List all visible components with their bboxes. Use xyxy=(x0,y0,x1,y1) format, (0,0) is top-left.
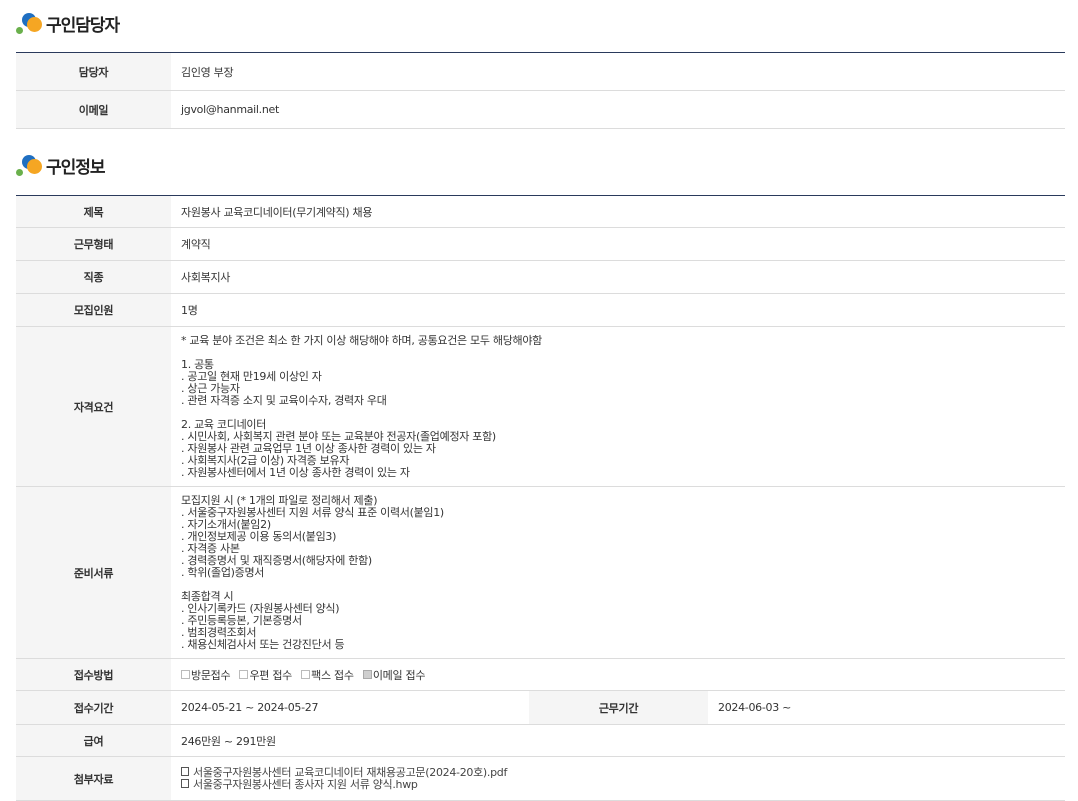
qualification-label: 자격요건 xyxy=(16,326,171,487)
method-visit: 방문접수 xyxy=(181,669,231,682)
checkbox-icon xyxy=(301,670,311,679)
subject-label: 제목 xyxy=(16,195,171,228)
job-section-title: 구인정보 xyxy=(16,150,106,180)
table-row: 모집인원 1명 xyxy=(16,293,1065,327)
table-row: 자격요건 * 교육 분야 조건은 최소 한 가지 이상 해당해야 하며, 공통요… xyxy=(16,326,1065,487)
period-label: 접수기간 xyxy=(16,690,171,725)
job-table: 제목 자원봉사 교육코디네이터(무기계약직) 채용 근무형태 계약직 직종 사회… xyxy=(16,195,1065,801)
table-row: 근무형태 계약직 xyxy=(16,227,1065,261)
category-label: 직종 xyxy=(16,260,171,294)
contact-table: 담당자 김인영 부장 이메일 jgvol@hanmail.net xyxy=(16,52,1065,129)
job-title: 구인정보 xyxy=(46,157,106,178)
checkbox-checked-icon xyxy=(362,670,372,679)
work-period-label: 근무기간 xyxy=(529,690,708,725)
table-row: 이메일 jgvol@hanmail.net xyxy=(16,90,1065,129)
work-type-value: 계약직 xyxy=(171,227,1065,261)
method-mail: 우편 접수 xyxy=(239,669,292,682)
table-row: 급여 246만원 ~ 291만원 xyxy=(16,724,1065,757)
file-icon xyxy=(181,767,189,776)
table-row: 첨부자료 서울중구자원봉사센터 교육코디네이터 재채용공고문(2024-20호)… xyxy=(16,756,1065,801)
documents-label: 준비서류 xyxy=(16,486,171,659)
method-value: 방문접수 우편 접수 팩스 접수 이메일 접수 xyxy=(171,658,1065,691)
contact-email-value: jgvol@hanmail.net xyxy=(171,90,1065,129)
method-fax: 팩스 접수 xyxy=(301,669,354,682)
period-value: 2024-05-21 ~ 2024-05-27 xyxy=(171,690,529,725)
category-value: 사회복지사 xyxy=(171,260,1065,294)
headcount-label: 모집인원 xyxy=(16,293,171,327)
work-type-label: 근무형태 xyxy=(16,227,171,261)
contact-section-title: 구인담당자 xyxy=(16,8,120,38)
table-row: 접수방법 방문접수 우편 접수 팩스 접수 이메일 접수 xyxy=(16,658,1065,691)
qualification-value: * 교육 분야 조건은 최소 한 가지 이상 해당해야 하며, 공통요건은 모두… xyxy=(171,326,1065,487)
salary-value: 246만원 ~ 291만원 xyxy=(171,724,1065,757)
checkbox-icon xyxy=(181,670,190,679)
section-logo-icon xyxy=(16,9,44,37)
table-row: 담당자 김인영 부장 xyxy=(16,52,1065,91)
contact-person-label: 담당자 xyxy=(16,52,171,91)
contact-email-label: 이메일 xyxy=(16,90,171,129)
table-row: 준비서류 모집지원 시 (* 1개의 파일로 정리해서 제출) . 서울중구자원… xyxy=(16,486,1065,659)
table-row: 접수기간 2024-05-21 ~ 2024-05-27 근무기간 2024-0… xyxy=(16,690,1065,725)
table-row: 직종 사회복지사 xyxy=(16,260,1065,294)
contact-title: 구인담당자 xyxy=(46,15,120,36)
attachment-link[interactable]: 서울중구자원봉사센터 종사자 지원 서류 양식.hwp xyxy=(181,778,1065,791)
headcount-value: 1명 xyxy=(171,293,1065,327)
contact-person-value: 김인영 부장 xyxy=(171,52,1065,91)
section-logo-icon xyxy=(16,151,44,179)
subject-value: 자원봉사 교육코디네이터(무기계약직) 채용 xyxy=(171,195,1065,228)
salary-label: 급여 xyxy=(16,724,171,757)
documents-value: 모집지원 시 (* 1개의 파일로 정리해서 제출) . 서울중구자원봉사센터 … xyxy=(171,486,1065,659)
table-row: 제목 자원봉사 교육코디네이터(무기계약직) 채용 xyxy=(16,195,1065,228)
file-icon xyxy=(181,779,189,788)
work-period-value: 2024-06-03 ~ xyxy=(708,690,1065,725)
checkbox-icon xyxy=(239,670,249,679)
attach-value: 서울중구자원봉사센터 교육코디네이터 재채용공고문(2024-20호).pdf … xyxy=(171,756,1065,801)
attach-label: 첨부자료 xyxy=(16,756,171,801)
method-email: 이메일 접수 xyxy=(362,669,425,682)
method-label: 접수방법 xyxy=(16,658,171,691)
